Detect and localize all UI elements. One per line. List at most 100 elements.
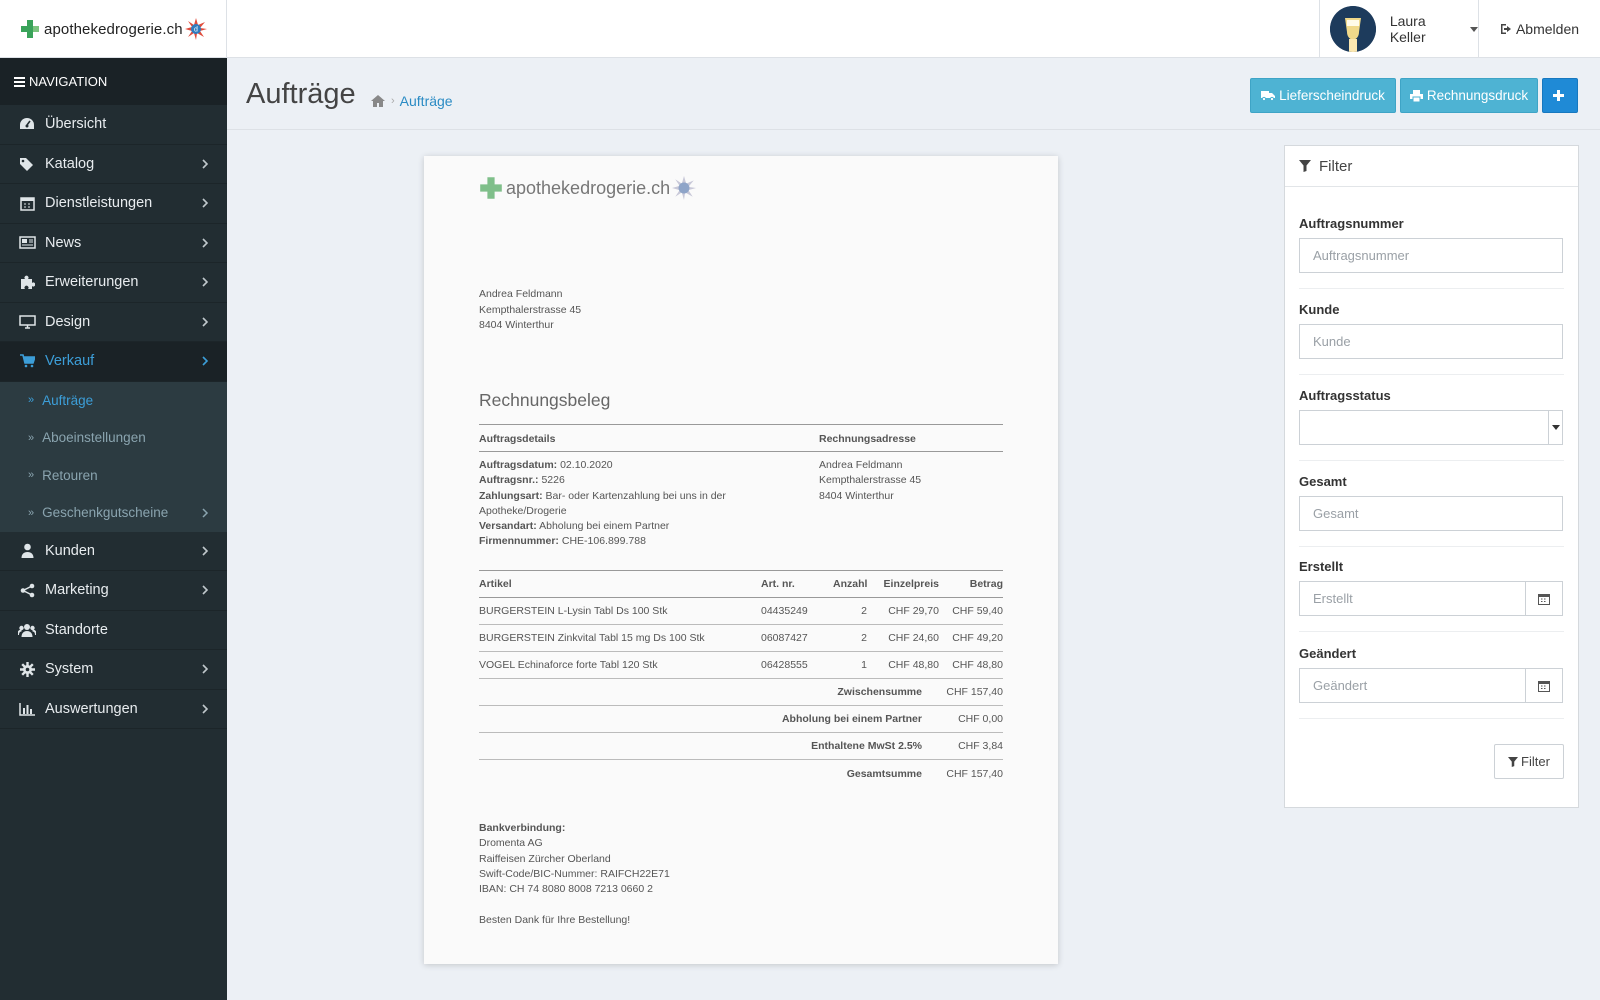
breadcrumb-separator: ›	[391, 95, 395, 107]
logout-button[interactable]: Abmelden	[1478, 0, 1600, 58]
sidebar-item-auswertungen[interactable]: Auswertungen	[0, 690, 227, 729]
order-details: Auftragsdatum: 02.10.2020 Auftragsnr.: 5…	[479, 458, 749, 550]
bank-line: Swift-Code/BIC-Nummer: RAIFCH22E71	[479, 867, 670, 880]
auftragsnummer-input[interactable]	[1299, 238, 1563, 273]
sidebar-item-kunden[interactable]: Kunden	[0, 532, 227, 571]
sidebar-item-news[interactable]: News	[0, 224, 227, 263]
column-header: Art. nr.	[761, 578, 795, 590]
sidebar-item-uebersicht[interactable]: Übersicht	[0, 105, 227, 145]
bars-icon	[14, 76, 25, 87]
sidebar-item-label: News	[45, 234, 82, 251]
top-header: apothekedrogerie.ch d Laura Keller Abmel…	[0, 0, 1600, 58]
erstellt-calendar-button[interactable]	[1525, 581, 1563, 616]
avatar	[1330, 6, 1376, 52]
double-chevron-icon: »	[28, 394, 35, 407]
sum-value: CHF 157,40	[946, 686, 1003, 698]
apply-filter-button[interactable]: Filter	[1494, 744, 1564, 779]
column-header: Einzelpreis	[883, 578, 939, 590]
cell-article: BURGERSTEIN L-Lysin Tabl Ds 100 Stk	[479, 605, 668, 617]
divider	[1299, 374, 1564, 375]
detail-value: 02.10.2020	[560, 459, 613, 471]
divider	[1299, 288, 1564, 289]
cog-icon	[18, 660, 36, 678]
customer-street: Kempthalerstrasse 45	[479, 303, 582, 316]
detail-value: CHE-106.899.788	[561, 535, 646, 548]
sidebar-subitem-label: Geschenkgutscheine	[42, 505, 169, 521]
sidebar-item-design[interactable]: Design	[0, 303, 227, 342]
chevron-right-icon	[202, 277, 209, 287]
sidebar-item-standorte[interactable]: Standorte	[0, 611, 227, 650]
user-menu[interactable]: Laura Keller	[1319, 0, 1478, 58]
auftragsstatus-select[interactable]	[1299, 410, 1563, 445]
brand-logo[interactable]: apothekedrogerie.ch d	[0, 0, 227, 58]
sidebar-subitem-label: Aboeinstellungen	[42, 430, 146, 446]
gesamt-input[interactable]	[1299, 496, 1563, 531]
detail-label: Versandart:	[479, 520, 537, 533]
divider	[1299, 460, 1564, 461]
sidebar-subitem-geschenkgutscheine[interactable]: » Geschenkgutscheine	[0, 494, 227, 532]
geaendert-input[interactable]	[1299, 668, 1525, 703]
sidebar-subitem-auftraege[interactable]: » Aufträge	[0, 382, 227, 420]
erstellt-input[interactable]	[1299, 581, 1525, 616]
sidebar-item-label: Standorte	[45, 621, 108, 638]
lieferscheindruck-button[interactable]: Lieferscheindruck	[1250, 78, 1396, 113]
table-row: BURGERSTEIN L-Lysin Tabl Ds 100 Stk 0443…	[479, 598, 1003, 625]
breadcrumb: › Aufträge	[370, 93, 453, 109]
table-row: VOGEL Echinaforce forte Tabl 120 Stk 064…	[479, 652, 1003, 679]
customer-address: Andrea Feldmann Kempthalerstrasse 45 840…	[479, 287, 581, 334]
bank-title: Bankverbindung:	[479, 822, 566, 834]
home-icon[interactable]	[370, 94, 386, 108]
breadcrumb-auftraege[interactable]: Aufträge	[400, 93, 453, 109]
field-auftragsnummer: Auftragsnummer	[1299, 216, 1564, 273]
cell-unit-price: CHF 29,70	[888, 605, 939, 617]
detail-label: Auftragsnr.:	[479, 474, 539, 487]
rechnungsdruck-button[interactable]: Rechnungsdruck	[1400, 78, 1538, 113]
bank-line: IBAN: CH 74 8080 8008 7213 0660 2	[479, 883, 653, 896]
sidebar-item-erweiterungen[interactable]: Erweiterungen	[0, 263, 227, 303]
bank-line: Raiffeisen Zürcher Oberland	[479, 852, 611, 865]
bank-details: Bankverbindung: Dromenta AG Raiffeisen Z…	[479, 821, 670, 897]
geaendert-calendar-button[interactable]	[1525, 668, 1563, 703]
divider	[479, 451, 1003, 452]
sidebar-item-katalog[interactable]: Katalog	[0, 145, 227, 184]
star-logo-icon	[672, 176, 697, 200]
share-icon	[18, 581, 36, 599]
sum-label: Abholung bei einem Partner	[781, 713, 922, 725]
address-heading: Rechnungsadresse	[819, 433, 916, 445]
cell-amount: CHF 48,80	[952, 659, 1003, 671]
logout-label: Abmelden	[1515, 21, 1580, 37]
billing-name: Andrea Feldmann	[819, 459, 903, 471]
chevron-right-icon	[202, 159, 209, 169]
sum-value: CHF 3,84	[958, 740, 1003, 752]
geaendert-date-field	[1299, 668, 1563, 703]
sidebar-subitem-aboeinstellungen[interactable]: » Aboeinstellungen	[0, 419, 227, 457]
nav-header-label: NAVIGATION	[29, 74, 108, 89]
chevron-down-icon	[1548, 411, 1562, 444]
double-chevron-icon: »	[28, 506, 35, 519]
detail-label: Auftragsdatum:	[479, 459, 558, 471]
kunde-input[interactable]	[1299, 324, 1563, 359]
sidebar-item-label: Marketing	[45, 582, 109, 599]
sidebar-item-dienstleistungen[interactable]: Dienstleistungen	[0, 184, 227, 224]
sidebar-subitem-retouren[interactable]: » Retouren	[0, 457, 227, 495]
detail-value: Abholung bei einem Partner	[539, 520, 670, 533]
puzzle-icon	[18, 273, 36, 291]
sign-out-icon	[1500, 24, 1511, 34]
brand-name: apothekedrogerie.ch	[44, 20, 183, 38]
cross-logo-icon	[480, 177, 502, 199]
sidebar-item-verkauf[interactable]: Verkauf	[0, 342, 227, 382]
sidebar-item-label: Erweiterungen	[45, 274, 139, 291]
filter-title: Filter	[1319, 157, 1353, 175]
cell-article: VOGEL Echinaforce forte Tabl 120 Stk	[479, 659, 658, 671]
sidebar-item-marketing[interactable]: Marketing	[0, 571, 227, 611]
lieferscheindruck-label: Lieferscheindruck	[1279, 88, 1385, 103]
sidebar-item-system[interactable]: System	[0, 650, 227, 690]
cell-art-nr: 06087427	[761, 632, 808, 644]
field-label: Auftragsnummer	[1299, 216, 1404, 231]
add-order-button[interactable]	[1542, 78, 1578, 113]
cart-icon	[18, 352, 36, 370]
plus-icon	[1552, 90, 1564, 101]
field-label: Auftragsstatus	[1299, 388, 1391, 403]
sidebar: NAVIGATION Übersicht Katalog Dienstleist…	[0, 58, 227, 1000]
chevron-right-icon	[202, 317, 209, 327]
